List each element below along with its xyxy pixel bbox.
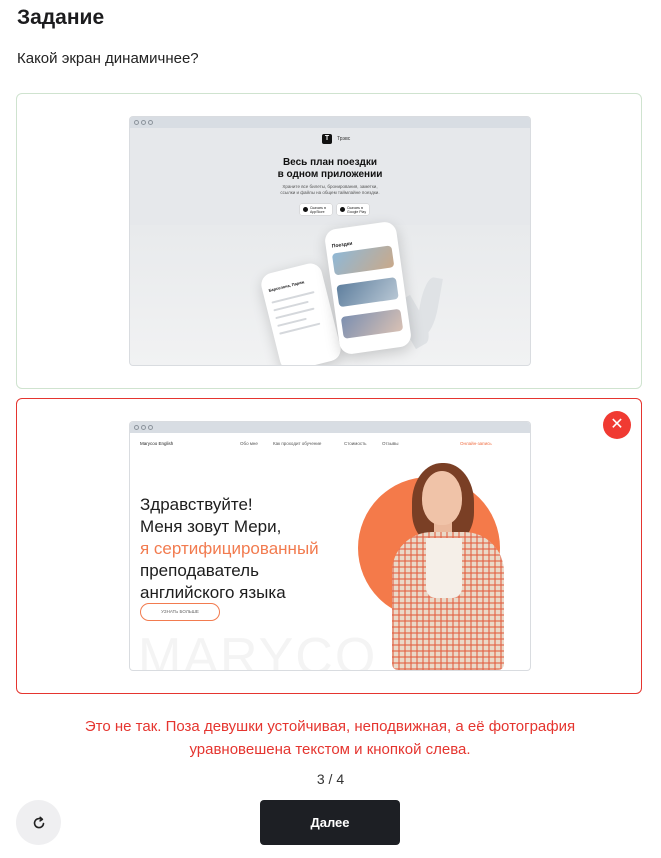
screen-preview-travel: T Трэвс Весь план поездки в одном прилож…: [130, 117, 530, 365]
play-icon: [340, 207, 345, 212]
page-title: Задание: [17, 6, 105, 29]
portrait-face: [422, 471, 462, 525]
landing-nav-item: Стоимость: [344, 441, 367, 446]
phone-title: Поездки: [331, 240, 353, 250]
close-icon: ✕: [603, 411, 631, 439]
apple-icon: [303, 207, 308, 212]
next-button[interactable]: Далее: [260, 800, 400, 845]
landing-headline: Здравствуйте! Меня зовут Мери, я сертифи…: [140, 494, 319, 604]
window-dot-icon: [148, 120, 153, 125]
answer-option-travel-app[interactable]: T Трэвс Весь план поездки в одном прилож…: [16, 93, 642, 389]
text-line: [277, 317, 307, 327]
browser-chrome: [130, 422, 530, 433]
landing-logo: Marycoo English: [140, 441, 174, 446]
trip-card-image: [331, 245, 395, 276]
headline-line: в одном приложении: [277, 169, 383, 180]
badge-label: Скачать в AppStore: [310, 206, 326, 214]
window-dot-icon: [148, 425, 153, 430]
appstore-badge: Скачать в AppStore: [300, 204, 332, 215]
headline-line: Меня зовут Мери,: [140, 517, 282, 536]
phone-title: Барселона, Париж: [268, 279, 305, 293]
app-logo-text: Трэвс: [337, 136, 351, 142]
app-logo-icon: T: [322, 134, 332, 144]
headline-line: Весь план поездки: [282, 157, 378, 168]
feedback-message: Это не так. Поза девушки устойчивая, неп…: [30, 715, 630, 761]
subtitle-line: ссылки и файлы на общем таймлайне поездк…: [280, 190, 380, 195]
headline-line: Здравствуйте!: [140, 495, 253, 514]
feedback-line: уравновешена текстом и кнопкой слева.: [189, 741, 471, 758]
headline-line: преподаватель: [140, 561, 259, 580]
feedback-line: Это не так. Поза девушки устойчивая, неп…: [84, 718, 576, 735]
learn-more-button: УЗНАТЬ БОЛЬШЕ: [140, 603, 220, 621]
preview-subtitle: Храните все билеты, бронирования, заметк…: [130, 184, 530, 196]
preview-headline: Весь план поездки в одном приложении: [130, 157, 530, 181]
reset-button[interactable]: [16, 800, 61, 845]
landing-nav-item: Отзывы: [382, 441, 399, 446]
portrait-top: [426, 538, 462, 598]
window-dot-icon: [134, 120, 139, 125]
landing-cta-link: Онлайн-запись: [460, 441, 492, 446]
window-dot-icon: [141, 425, 146, 430]
headline-line: английского языка: [140, 583, 286, 602]
trip-card-image: [340, 308, 404, 339]
badge-label: Скачать в Google Play: [347, 206, 367, 214]
answer-option-teacher-landing[interactable]: MARYCO Marycoo English Обо мне Как прохо…: [16, 398, 642, 694]
trip-card-image: [336, 277, 399, 308]
window-dot-icon: [141, 120, 146, 125]
progress-counter: 3 / 4: [316, 771, 345, 787]
refresh-icon: [33, 816, 44, 828]
landing-nav-item: Обо мне: [240, 441, 258, 446]
window-dot-icon: [134, 425, 139, 430]
question-text: Какой экран динамичнее?: [17, 50, 199, 67]
screen-preview-teacher: MARYCO Marycoo English Обо мне Как прохо…: [130, 422, 530, 670]
browser-chrome: [130, 117, 530, 128]
watermark-text: MARYCO: [138, 628, 378, 670]
landing-nav-item: Как проходит обучение: [273, 441, 322, 446]
headline-line-accent: я сертифицированный: [140, 539, 319, 558]
googleplay-badge: Скачать в Google Play: [337, 204, 369, 215]
